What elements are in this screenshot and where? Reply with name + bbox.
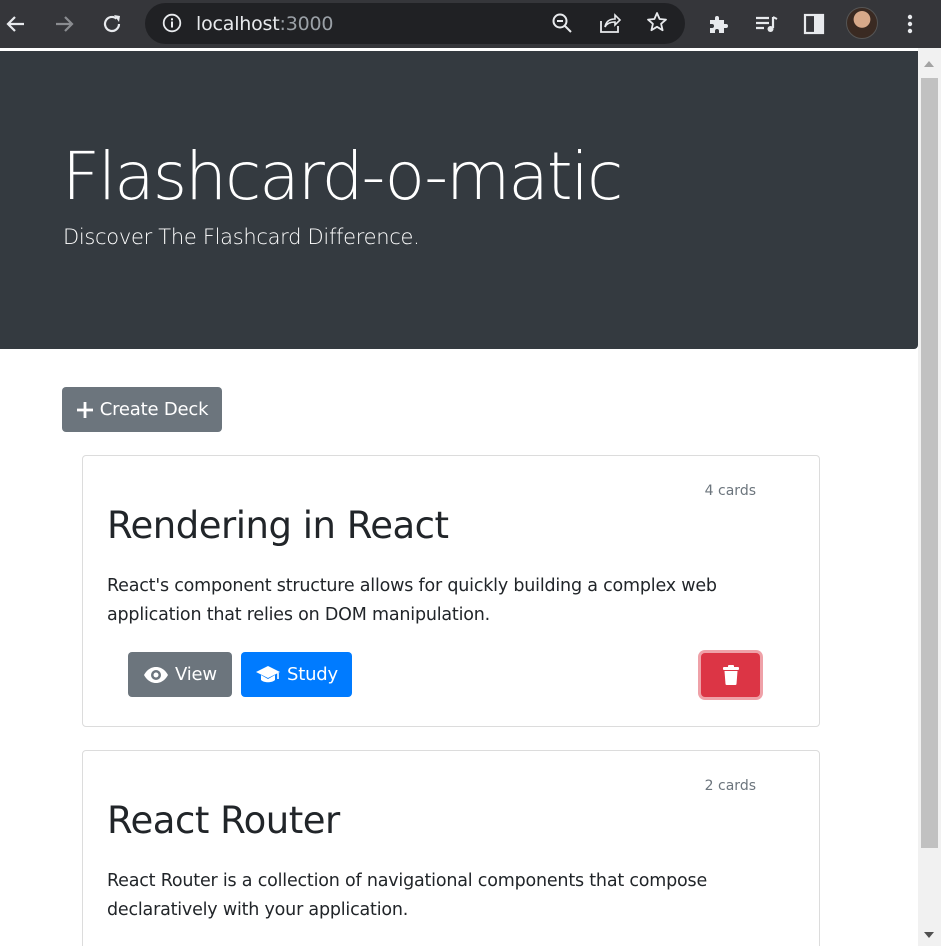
page-viewport: Flashcard-o-matic Discover The Flashcard…: [0, 48, 918, 946]
view-label: View: [175, 664, 217, 685]
side-panel-icon[interactable]: [798, 8, 830, 40]
share-icon[interactable]: [598, 12, 622, 38]
forward-icon[interactable]: [48, 8, 80, 40]
deck-card-count: 2 cards: [704, 778, 756, 794]
info-icon[interactable]: [162, 13, 182, 37]
url-port: :3000: [279, 13, 334, 35]
address-bar[interactable]: localhost:3000: [145, 3, 685, 44]
deck-title: React Router: [107, 799, 340, 842]
zoom-icon[interactable]: [551, 12, 573, 38]
vertical-scrollbar[interactable]: [918, 48, 941, 946]
study-label: Study: [287, 664, 338, 685]
back-icon[interactable]: [0, 8, 32, 40]
header-jumbotron: Flashcard-o-matic Discover The Flashcard…: [0, 51, 918, 349]
view-deck-button[interactable]: View: [128, 652, 232, 697]
extensions-icon[interactable]: [702, 8, 734, 40]
deck-card-count: 4 cards: [704, 483, 756, 499]
url-text[interactable]: localhost:3000: [196, 13, 333, 35]
page-subtitle: Discover The Flashcard Difference.: [63, 225, 420, 249]
reload-icon[interactable]: [96, 8, 128, 40]
deck-description: React Router is a collection of navigati…: [107, 871, 708, 920]
url-host: localhost: [196, 13, 280, 35]
delete-deck-button[interactable]: [701, 653, 760, 697]
graduation-cap-icon: [256, 665, 280, 682]
profile-avatar[interactable]: [846, 7, 878, 39]
deck-card: 2 cards React Router React Router is a c…: [82, 750, 820, 946]
scroll-up-icon[interactable]: [924, 61, 934, 67]
scroll-down-icon[interactable]: [924, 932, 934, 938]
deck-title: Rendering in React: [107, 504, 449, 547]
trash-icon: [722, 665, 739, 685]
deck-card: 4 cards Rendering in React React's compo…: [82, 455, 820, 727]
eye-icon: [144, 666, 169, 683]
study-deck-button[interactable]: Study: [241, 652, 352, 697]
create-deck-label: Create Deck: [99, 399, 209, 420]
plus-icon: [76, 401, 93, 418]
browser-toolbar: localhost:3000: [0, 0, 941, 48]
deck-description: React's component structure allows for q…: [107, 576, 717, 625]
scroll-thumb[interactable]: [921, 78, 938, 848]
create-deck-button[interactable]: Create Deck: [62, 387, 222, 432]
page-title: Flashcard-o-matic: [62, 138, 623, 215]
menu-kebab-icon[interactable]: [894, 8, 926, 40]
media-playlist-icon[interactable]: [750, 8, 782, 40]
bookmark-star-icon[interactable]: [646, 11, 668, 37]
